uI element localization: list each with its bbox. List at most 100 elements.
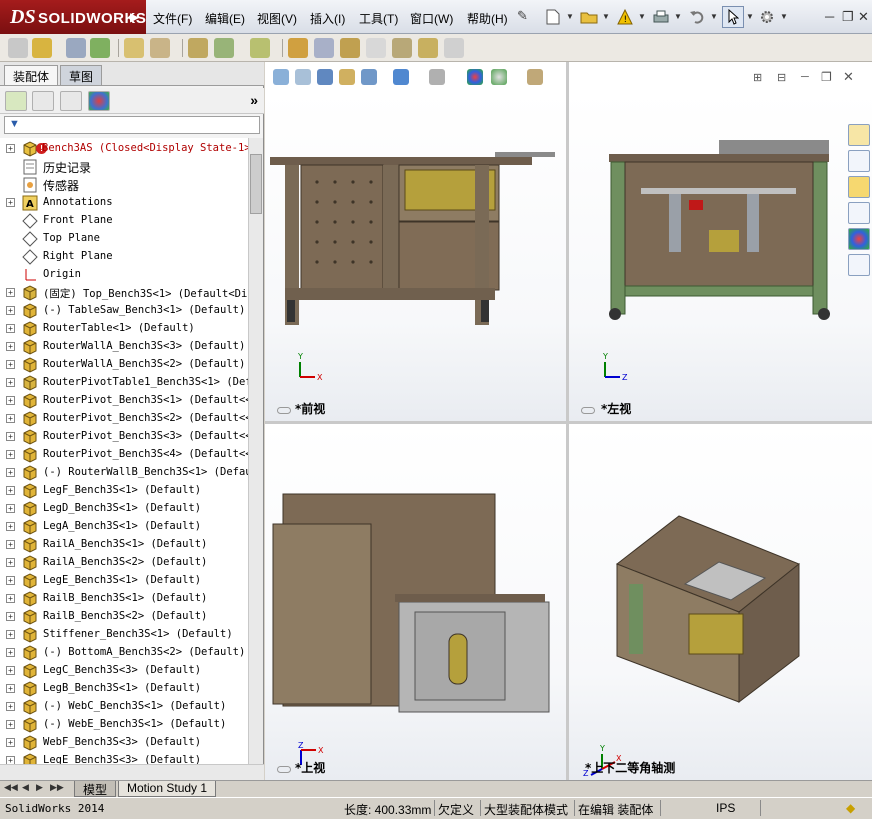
expand-toggle-icon[interactable]: + — [6, 306, 15, 315]
expand-toggle-icon[interactable]: + — [6, 144, 15, 153]
exploded-view-icon[interactable] — [314, 38, 334, 58]
view-orientation-icon[interactable] — [361, 69, 377, 85]
options-gear-icon[interactable] — [756, 6, 778, 28]
expand-toggle-icon[interactable]: + — [6, 612, 15, 621]
mate-icon[interactable] — [90, 38, 110, 58]
tree-item[interactable]: 传感器 — [0, 176, 248, 194]
menu-help[interactable]: 帮助(H) — [467, 10, 508, 27]
left-viewport[interactable]: Y Z *左视 — [569, 92, 872, 421]
tree-item[interactable]: + (-) WebC_Bench3S<1> (Default) — [0, 698, 248, 716]
rebuild-tag-icon[interactable]: ◆ — [846, 801, 855, 815]
expand-toggle-icon[interactable]: + — [6, 324, 15, 333]
assembly-features-icon[interactable] — [214, 38, 234, 58]
tree-item[interactable]: + WebF_Bench3S<3> (Default) — [0, 734, 248, 752]
property-manager-icon[interactable] — [32, 91, 54, 111]
explode-line-sketch-icon[interactable] — [340, 38, 360, 58]
tree-item[interactable]: + RailA_Bench3S<2> (Default) — [0, 554, 248, 572]
tree-item[interactable]: + RailB_Bench3S<1> (Default) — [0, 590, 248, 608]
clearance-verification-icon[interactable] — [392, 38, 412, 58]
component-pattern-icon[interactable] — [124, 38, 144, 58]
tree-item[interactable]: + (固定) Top_Bench3S<1> (Default<Dis — [0, 284, 248, 302]
expand-toggle-icon[interactable]: + — [6, 432, 15, 441]
file-explorer-icon[interactable] — [848, 176, 870, 198]
expand-toggle-icon[interactable]: + — [6, 522, 15, 531]
tree-item[interactable]: Front Plane — [0, 212, 248, 230]
tree-item[interactable]: + RouterTable<1> (Default) — [0, 320, 248, 338]
tree-item[interactable]: + RouterPivotTable1_Bench3S<1> (Defa — [0, 374, 248, 392]
expand-toggle-icon[interactable]: + — [6, 504, 15, 513]
close-icon[interactable]: ✕ — [858, 9, 869, 25]
custom-properties-icon[interactable] — [848, 254, 870, 276]
view-palette-icon[interactable] — [848, 202, 870, 224]
tree-item[interactable]: + RouterWallA_Bench3S<2> (Default) — [0, 356, 248, 374]
edit-component-icon[interactable] — [66, 38, 86, 58]
expand-toggle-icon[interactable]: + — [6, 630, 15, 639]
tree-item[interactable]: Top Plane — [0, 230, 248, 248]
show-hidden-icon[interactable] — [188, 38, 208, 58]
print-dropdown-icon[interactable]: ▼ — [674, 12, 682, 21]
edit-appearance-icon[interactable] — [467, 69, 483, 85]
display-style-icon[interactable] — [393, 69, 409, 85]
configuration-manager-icon[interactable] — [60, 91, 82, 111]
display-manager-icon[interactable] — [88, 91, 110, 111]
first-tab-icon[interactable]: ◀◀ — [4, 782, 18, 793]
open-folder-icon[interactable] — [578, 6, 600, 28]
tree-item[interactable]: + RouterPivot_Bench3S<2> (Default<<D — [0, 410, 248, 428]
expand-toggle-icon[interactable]: + — [6, 702, 15, 711]
rebuild-warning-icon[interactable]: ! — [614, 6, 636, 28]
menu-edit[interactable]: 编辑(E) — [205, 10, 245, 27]
viewport-close-icon[interactable]: ✕ — [843, 69, 854, 85]
options-dropdown-icon[interactable]: ▼ — [780, 12, 788, 21]
expand-toggle-icon[interactable]: + — [6, 414, 15, 423]
bill-of-materials-icon[interactable] — [288, 38, 308, 58]
select-cursor-icon[interactable] — [722, 6, 744, 28]
undo-dropdown-icon[interactable]: ▼ — [710, 12, 718, 21]
expand-toggle-icon[interactable]: + — [6, 342, 15, 351]
viewport-restore-icon[interactable]: ❐ — [821, 70, 832, 84]
rebuild-dropdown-icon[interactable]: ▼ — [638, 12, 646, 21]
zoom-to-area-icon[interactable] — [295, 69, 311, 85]
menu-insert[interactable]: 插入(I) — [310, 10, 345, 27]
menu-tools[interactable]: 工具(T) — [359, 10, 398, 27]
insert-component-icon[interactable] — [8, 38, 28, 58]
iso-viewport[interactable]: Y X Z *上下二等角轴测 — [569, 424, 872, 780]
tree-item[interactable]: + (-) RouterWallB_Bench3S<1> (Defaul — [0, 464, 248, 482]
viewport-minimize-icon[interactable]: ─ — [801, 71, 809, 83]
view-settings-icon[interactable] — [527, 69, 543, 85]
menu-window[interactable]: 窗口(W) — [410, 10, 453, 27]
tree-item[interactable]: + (-) TableSaw_Bench3<1> (Default) — [0, 302, 248, 320]
feature-manager-icon[interactable] — [5, 91, 27, 111]
tree-item[interactable]: + RouterPivot_Bench3S<4> (Default<<D — [0, 446, 248, 464]
expand-toggle-icon[interactable]: + — [6, 468, 15, 477]
hide-show-items-icon[interactable] — [429, 69, 445, 85]
viewport-splitter-horizontal[interactable] — [265, 421, 872, 424]
tree-item[interactable]: + RailB_Bench3S<2> (Default) — [0, 608, 248, 626]
expand-toggle-icon[interactable]: + — [6, 648, 15, 657]
expand-toggle-icon[interactable]: + — [6, 450, 15, 459]
expand-toggle-icon[interactable]: + — [6, 288, 15, 297]
graphics-area[interactable]: ⊞ ⊟ ─ ❐ ✕ Y X *前视 Y Z *左视 Z X *上视 Y X Z … — [265, 62, 872, 780]
reference-geometry-icon[interactable] — [250, 38, 270, 58]
minimize-icon[interactable]: ─ — [825, 9, 834, 24]
interference-detection-icon[interactable] — [366, 38, 386, 58]
apply-scene-icon[interactable] — [491, 69, 507, 85]
expand-toggle-icon[interactable]: + — [6, 198, 15, 207]
tree-item[interactable]: + (-) BottomA_Bench3S<2> (Default) — [0, 644, 248, 662]
expand-toggle-icon[interactable]: + — [6, 594, 15, 603]
print-icon[interactable] — [650, 6, 672, 28]
tree-item[interactable]: + RouterPivot_Bench3S<3> (Default<<D — [0, 428, 248, 446]
previous-view-icon[interactable] — [317, 69, 333, 85]
expand-toggle-icon[interactable]: + — [6, 684, 15, 693]
section-view-icon[interactable] — [339, 69, 355, 85]
tab-sketch[interactable]: 草图 — [60, 65, 103, 85]
tab-motion-study[interactable]: Motion Study 1 — [118, 781, 217, 797]
menu-view[interactable]: 视图(V) — [257, 10, 297, 27]
select-dropdown-icon[interactable]: ▼ — [746, 12, 754, 21]
prev-tab-icon[interactable]: ◀ — [22, 782, 29, 793]
hole-alignment-icon[interactable] — [418, 38, 438, 58]
solidworks-logo[interactable]: DS SOLIDWORKS ▶ — [0, 0, 146, 34]
expand-toggle-icon[interactable]: + — [6, 360, 15, 369]
tree-item[interactable]: + RouterPivot_Bench3S<1> (Default<<D — [0, 392, 248, 410]
tree-item[interactable]: + LegF_Bench3S<1> (Default) — [0, 482, 248, 500]
tree-item[interactable]: + Stiffener_Bench3S<1> (Default) — [0, 626, 248, 644]
